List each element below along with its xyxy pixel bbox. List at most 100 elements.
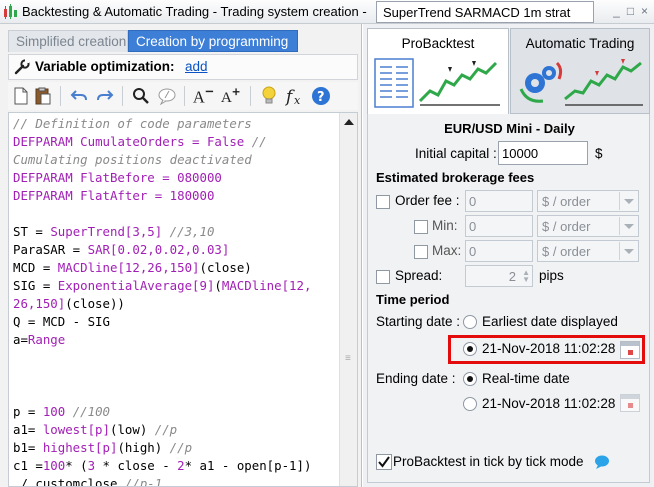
wrench-icon bbox=[14, 59, 30, 75]
code-line: DEFPARAM FlatAfter = 180000 bbox=[13, 188, 215, 203]
window-title: Backtesting & Automatic Trading - Tradin… bbox=[22, 4, 367, 19]
realtime-date-radio[interactable] bbox=[463, 372, 477, 386]
help-icon[interactable]: ? bbox=[310, 85, 332, 107]
code-line: / customclose //p-1 bbox=[13, 476, 163, 487]
order-fee-checkbox[interactable] bbox=[376, 195, 390, 209]
backtest-settings: EUR/USD Mini - Daily Initial capital : 1… bbox=[367, 114, 650, 483]
max-fee-label: Max: bbox=[432, 243, 462, 258]
code-editor[interactable]: // Definition of code parameters DEFPARA… bbox=[8, 112, 358, 487]
min-fee-unit-select[interactable]: $ / order bbox=[537, 215, 639, 237]
spread-checkbox[interactable] bbox=[376, 270, 390, 284]
lightbulb-icon[interactable] bbox=[258, 85, 280, 107]
earliest-date-label: Earliest date displayed bbox=[482, 314, 618, 329]
code-line: 26,150](close)) bbox=[13, 296, 125, 311]
min-fee-label: Min: bbox=[432, 218, 458, 233]
min-fee-input[interactable]: 0 bbox=[465, 215, 533, 237]
chevron-down-icon bbox=[619, 242, 637, 260]
currency-label: $ bbox=[595, 146, 603, 161]
max-fee-checkbox[interactable] bbox=[414, 245, 428, 259]
code-text: // Definition of code parameters DEFPARA… bbox=[13, 115, 339, 487]
tab-creation-by-programming[interactable]: Creation by programming bbox=[128, 30, 298, 52]
min-fee-checkbox[interactable] bbox=[414, 220, 428, 234]
code-line: p = 100 //100 bbox=[13, 404, 110, 419]
font-increase-icon[interactable]: A bbox=[220, 85, 242, 107]
minimize-button[interactable]: _ bbox=[610, 4, 623, 18]
chevron-down-icon bbox=[619, 192, 637, 210]
tab-automatic-trading-label: Automatic Trading bbox=[525, 36, 635, 51]
earliest-date-radio[interactable] bbox=[463, 315, 477, 329]
end-datetime[interactable]: 21-Nov-2018 11:02:28 bbox=[482, 396, 615, 411]
brokerage-section-title: Estimated brokerage fees bbox=[376, 170, 535, 185]
close-button[interactable]: × bbox=[638, 4, 651, 18]
time-period-title: Time period bbox=[376, 292, 450, 307]
redo-icon[interactable] bbox=[94, 85, 116, 107]
chevron-down-icon bbox=[619, 217, 637, 235]
font-decrease-icon[interactable]: A bbox=[192, 85, 214, 107]
tab-automatic-trading[interactable]: Automatic Trading bbox=[510, 28, 650, 114]
variable-optimization-row: Variable optimization: add bbox=[8, 54, 358, 80]
svg-text:A: A bbox=[221, 89, 232, 106]
function-icon[interactable]: fx bbox=[284, 85, 306, 107]
title-bar: Backtesting & Automatic Trading - Tradin… bbox=[0, 0, 654, 24]
comment-icon[interactable] bbox=[156, 85, 178, 107]
tab-probacktest[interactable]: ProBacktest bbox=[367, 28, 509, 114]
code-line: // Definition of code parameters bbox=[13, 116, 252, 131]
code-line: ST = SuperTrend[3,5] //3,10 bbox=[13, 224, 215, 239]
spread-value: 2 bbox=[508, 269, 516, 284]
tick-mode-checkbox[interactable] bbox=[376, 454, 392, 470]
spread-stepper[interactable]: 2 ▲ ▼ bbox=[465, 265, 533, 287]
variable-optimization-label: Variable optimization: bbox=[35, 59, 175, 74]
maximize-button[interactable]: □ bbox=[624, 4, 637, 18]
code-line: Q = MCD - SIG bbox=[13, 314, 110, 329]
right-panel: ProBacktest Automatic Trading EUR/USD Mi… bbox=[363, 24, 654, 487]
code-line: MCD = MACDline[12,26,150](close) bbox=[13, 260, 252, 275]
code-line: b1= highest[p](high) //p bbox=[13, 440, 193, 455]
code-line: DEFPARAM CumulateOrders = False // bbox=[13, 134, 267, 149]
window-controls: _ □ × bbox=[610, 3, 654, 21]
code-line: c1 =100* (3 * close - 2* a1 - open[p-1]) bbox=[13, 458, 312, 473]
editor-toolbar: A A fx ? bbox=[8, 82, 358, 110]
editor-scrollbar[interactable]: ≡ bbox=[339, 113, 357, 486]
stepper-arrows-icon[interactable]: ▲ ▼ bbox=[522, 269, 530, 284]
svg-text:A: A bbox=[193, 87, 205, 106]
calendar-icon[interactable] bbox=[620, 394, 640, 412]
tab-probacktest-label: ProBacktest bbox=[401, 36, 475, 51]
spread-label: Spread: bbox=[395, 268, 443, 283]
order-fee-unit-value: $ / order bbox=[542, 194, 591, 209]
app-icon bbox=[4, 4, 17, 19]
ending-date-label: Ending date : bbox=[376, 371, 456, 386]
end-date-radio[interactable] bbox=[463, 397, 477, 411]
scroll-up-arrow-icon[interactable] bbox=[344, 119, 354, 125]
code-line: ParaSAR = SAR[0.02,0.02,0.03] bbox=[13, 242, 230, 257]
max-fee-unit-value: $ / order bbox=[542, 244, 591, 259]
max-fee-unit-select[interactable]: $ / order bbox=[537, 240, 639, 262]
system-name-field[interactable]: SuperTrend SARMACD 1m strat bbox=[376, 1, 594, 23]
automatic-trading-gears-icon bbox=[519, 59, 643, 106]
initial-capital-input[interactable]: 10000 bbox=[498, 141, 588, 165]
realtime-date-label: Real-time date bbox=[482, 371, 570, 386]
spread-unit-label: pips bbox=[539, 268, 564, 283]
search-icon[interactable] bbox=[130, 85, 152, 107]
code-line: a1= lowest[p](low) //p bbox=[13, 422, 178, 437]
max-fee-input[interactable]: 0 bbox=[465, 240, 533, 262]
tab-simplified-creation[interactable]: Simplified creation bbox=[8, 30, 128, 52]
paste-icon[interactable] bbox=[32, 85, 54, 107]
code-line: a=Range bbox=[13, 332, 66, 347]
svg-text:x: x bbox=[294, 94, 301, 106]
new-file-icon[interactable] bbox=[10, 85, 32, 107]
order-fee-unit-select[interactable]: $ / order bbox=[537, 190, 639, 212]
svg-text:?: ? bbox=[317, 90, 325, 105]
backtest-chart-icon bbox=[374, 58, 500, 108]
scroll-grip[interactable]: ≡ bbox=[345, 353, 351, 364]
min-fee-unit-value: $ / order bbox=[542, 219, 591, 234]
undo-icon[interactable] bbox=[68, 85, 90, 107]
tick-mode-label: ProBacktest in tick by tick mode bbox=[393, 454, 584, 469]
info-bubble-icon[interactable] bbox=[594, 455, 610, 469]
order-fee-input[interactable]: 0 bbox=[465, 190, 533, 212]
code-line: SIG = ExponentialAverage[9](MACDline[12, bbox=[13, 278, 312, 293]
add-variable-link[interactable]: add bbox=[185, 59, 208, 74]
